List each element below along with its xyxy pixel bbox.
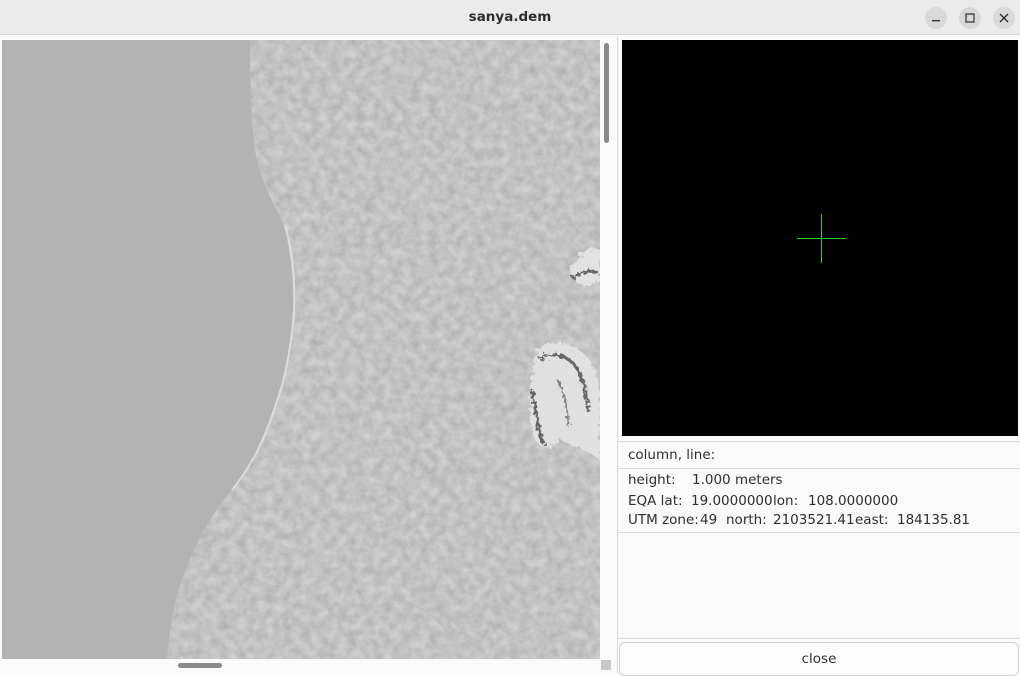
utm-zone-label: UTM zone: xyxy=(628,512,699,528)
north-label: north: xyxy=(726,512,767,528)
scrollbar-corner xyxy=(601,660,611,670)
dem-shaded-relief-view[interactable] xyxy=(2,40,600,659)
east-value: 184135.81 xyxy=(897,512,971,528)
window-title: sanya.dem xyxy=(468,9,552,25)
horizontal-scrollbar-thumb[interactable] xyxy=(178,663,222,668)
horizontal-scrollbar[interactable] xyxy=(2,659,600,673)
height-value: 1.000 meters xyxy=(692,472,783,488)
lon-value: 108.0000000 xyxy=(808,493,899,509)
close-button[interactable]: close xyxy=(619,642,1019,676)
separator xyxy=(618,441,1020,442)
maximize-icon xyxy=(965,13,975,23)
minimize-button[interactable] xyxy=(925,7,947,29)
overview-map[interactable] xyxy=(622,40,1018,436)
height-label: height: xyxy=(628,472,676,488)
minimize-icon xyxy=(932,20,940,22)
separator xyxy=(618,638,1020,639)
separator xyxy=(618,468,1020,469)
maximize-button[interactable] xyxy=(959,7,981,29)
east-label: east: xyxy=(855,512,889,528)
terrain-image xyxy=(2,40,600,659)
eqa-lat-value: 19.0000000 xyxy=(691,493,773,509)
eqa-lat-label: EQA lat: xyxy=(628,493,683,509)
separator xyxy=(618,532,1020,533)
panel-divider[interactable] xyxy=(617,36,618,673)
vertical-scrollbar-thumb[interactable] xyxy=(604,43,609,143)
title-bar: sanya.dem xyxy=(0,0,1020,35)
lon-label: lon: xyxy=(773,493,799,509)
column-line-label: column, line: xyxy=(628,447,716,463)
north-value: 2103521.41 xyxy=(773,512,855,528)
close-window-button[interactable] xyxy=(993,7,1015,29)
crosshair-icon-vertical xyxy=(821,214,822,263)
utm-zone-value: 49 xyxy=(700,512,718,528)
vertical-scrollbar[interactable] xyxy=(601,40,613,659)
close-icon xyxy=(999,13,1009,23)
